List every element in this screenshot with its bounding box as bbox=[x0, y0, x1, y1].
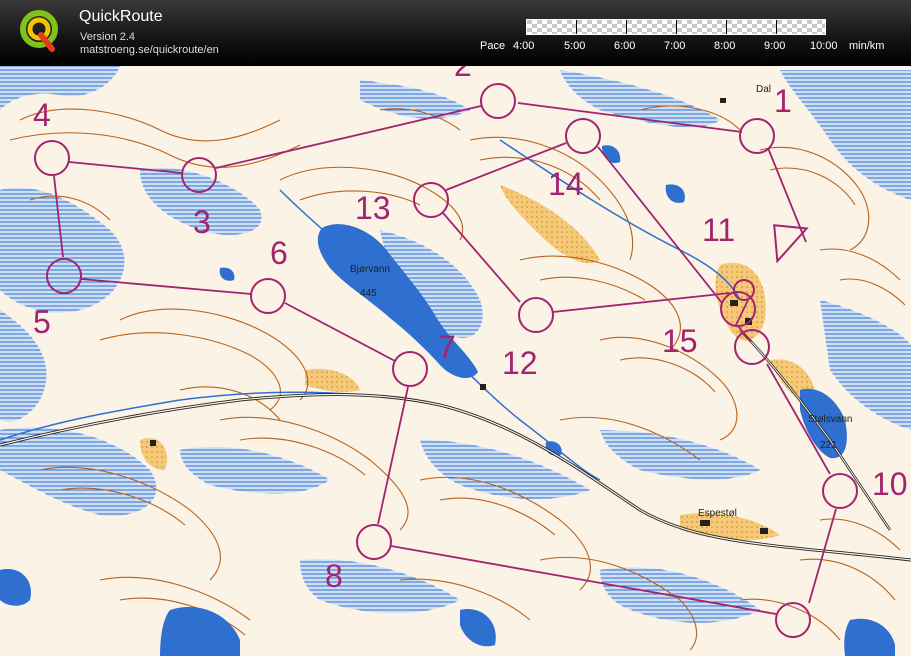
app-version: Version 2.4 bbox=[80, 31, 136, 43]
control-number-3: 3 bbox=[193, 204, 211, 240]
pace-tick-5: 9:00 bbox=[764, 40, 786, 52]
control-number-2: 2 bbox=[454, 66, 472, 83]
lake2-height-label: 221 bbox=[820, 440, 837, 451]
control-number-13: 13 bbox=[355, 190, 391, 226]
control-number-6: 6 bbox=[270, 235, 288, 271]
app-title: QuickRoute bbox=[79, 8, 163, 25]
lake2-name-label: Stølsvann bbox=[808, 414, 852, 425]
pace-scale-bar bbox=[526, 19, 826, 35]
control-number-1: 1 bbox=[774, 83, 792, 119]
pace-tick-2: 6:00 bbox=[614, 40, 636, 52]
control-number-15: 15 bbox=[662, 323, 698, 359]
pace-label: Pace bbox=[480, 40, 506, 52]
control-number-8: 8 bbox=[325, 558, 343, 594]
pace-tick-1: 5:00 bbox=[564, 40, 586, 52]
pace-tick-6: 10:00 bbox=[810, 40, 838, 52]
lake-height-label: 445 bbox=[360, 288, 377, 299]
control-number-4: 4 bbox=[33, 97, 51, 133]
control-number-10: 10 bbox=[872, 466, 908, 502]
pace-tick-4: 8:00 bbox=[714, 40, 736, 52]
quickroute-logo-icon bbox=[20, 10, 58, 52]
control-number-11: 11 bbox=[702, 212, 735, 248]
control-number-5: 5 bbox=[33, 304, 51, 340]
place-label-dal: Dal bbox=[756, 84, 771, 95]
control-number-7: 7 bbox=[438, 329, 456, 365]
place-label-espestol: Espestøl bbox=[698, 508, 737, 519]
lake-name-label: Bjørvann bbox=[350, 264, 390, 275]
control-number-14: 14 bbox=[548, 166, 584, 202]
pace-tick-3: 7:00 bbox=[664, 40, 686, 52]
app-url[interactable]: matstroeng.se/quickroute/en bbox=[80, 44, 219, 56]
app-header: QuickRoute Version 2.4 matstroeng.se/qui… bbox=[0, 0, 911, 66]
pace-tick-0: 4:00 bbox=[513, 40, 535, 52]
orienteering-map[interactable]: Bjørvann 445 Dal Espestøl Stølsvann 221 bbox=[0, 66, 911, 656]
control-number-12: 12 bbox=[502, 345, 538, 381]
pace-unit: min/km bbox=[849, 40, 885, 52]
